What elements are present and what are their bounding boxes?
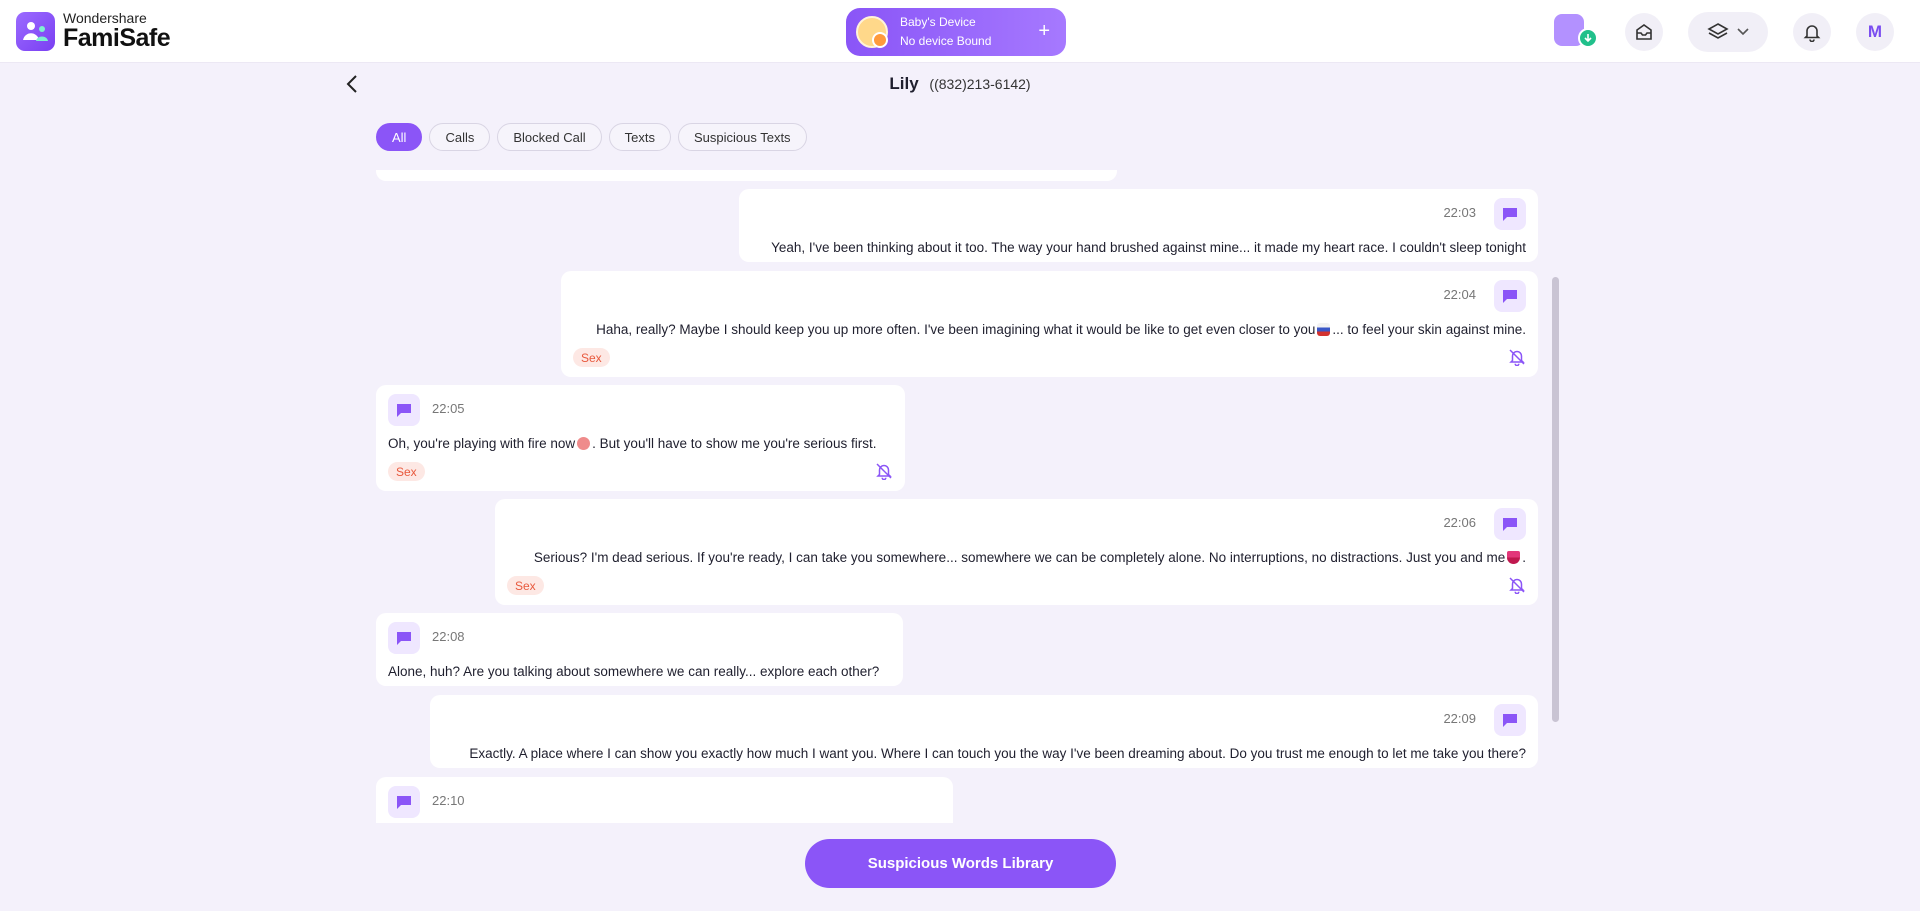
bell-off-icon[interactable] <box>875 462 893 480</box>
device-avatar-icon <box>856 16 888 48</box>
famisafe-logo[interactable]: Wondershare FamiSafe <box>16 10 171 52</box>
suspicious-words-library-button[interactable]: Suspicious Words Library <box>805 839 1116 888</box>
message-bubble-outgoing: 22:09 Exactly. A place where I can show … <box>430 695 1538 768</box>
contact-name: Lily <box>889 74 919 93</box>
filter-tabs: All Calls Blocked Call Texts Suspicious … <box>376 123 807 151</box>
message-icon <box>388 786 420 818</box>
message-list[interactable]: 22:03 Yeah, I've been thinking about it … <box>376 170 1538 823</box>
inbox-button[interactable] <box>1625 13 1663 51</box>
message-icon <box>1494 508 1526 540</box>
risk-tag: Sex <box>507 576 544 595</box>
brand-top-text: Wondershare <box>63 10 147 26</box>
inbox-icon <box>1636 24 1652 40</box>
chevron-down-icon <box>1737 28 1749 36</box>
bell-off-icon[interactable] <box>1508 348 1526 366</box>
message-time: 22:05 <box>432 401 465 416</box>
message-bubble-incoming: 22:05 Oh, you're playing with fire now. … <box>376 385 905 491</box>
message-bubble-outgoing: 22:04 Haha, really? Maybe I should keep … <box>561 271 1538 377</box>
message-list-scrollbar[interactable] <box>1552 277 1559 722</box>
bell-off-icon[interactable] <box>1508 576 1526 594</box>
contact-phone: ((832)213-6142) <box>929 76 1031 92</box>
user-avatar[interactable]: M <box>1856 13 1894 51</box>
tab-suspicious-texts[interactable]: Suspicious Texts <box>677 123 807 151</box>
notifications-button[interactable] <box>1793 13 1831 51</box>
message-text: Yeah, I've been thinking about it too. T… <box>771 240 1526 255</box>
device-selector[interactable]: Baby's Device No device Bound + <box>846 8 1066 56</box>
message-bubble-incoming: 22:10 <box>376 777 953 823</box>
message-bubble-incoming: 22:08 Alone, huh? Are you talking about … <box>376 613 903 686</box>
message-bubble-outgoing: 22:06 Serious? I'm dead serious. If you'… <box>495 499 1538 605</box>
message-text: Serious? I'm dead serious. If you're rea… <box>533 550 1526 565</box>
brand-bottom-text: FamiSafe <box>63 24 171 52</box>
app-download-button[interactable] <box>1554 14 1598 52</box>
tab-all[interactable]: All <box>376 123 423 151</box>
download-icon <box>1578 28 1598 48</box>
bed-emoji-icon <box>1317 323 1331 336</box>
message-time: 22:08 <box>432 629 465 644</box>
message-icon <box>1494 704 1526 736</box>
no-entry-emoji-icon <box>577 437 591 450</box>
layers-icon <box>1707 23 1729 39</box>
plus-icon[interactable]: + <box>1038 20 1050 42</box>
famisafe-logo-icon <box>16 11 55 51</box>
message-bubble-outgoing: 22:03 Yeah, I've been thinking about it … <box>739 189 1538 262</box>
risk-tag: Sex <box>573 348 610 367</box>
risk-tag: Sex <box>388 462 425 481</box>
device-status: No device Bound <box>900 34 992 48</box>
message-time: 22:03 <box>1443 205 1476 220</box>
message-time: 22:10 <box>432 793 465 808</box>
message-icon <box>388 622 420 654</box>
message-text: Alone, huh? Are you talking about somewh… <box>388 664 880 679</box>
device-name: Baby's Device <box>900 15 976 29</box>
heart-emoji-icon <box>1507 551 1521 564</box>
message-time: 22:09 <box>1443 711 1476 726</box>
message-text: Exactly. A place where I can show you ex… <box>469 746 1526 761</box>
message-text: Haha, really? Maybe I should keep you up… <box>596 322 1526 337</box>
message-time: 22:06 <box>1443 515 1476 530</box>
contact-header: Lily ((832)213-6142) <box>0 74 1920 94</box>
bell-icon <box>1803 25 1821 42</box>
layers-menu-button[interactable] <box>1688 12 1768 52</box>
message-icon <box>1494 280 1526 312</box>
list-item <box>376 170 1117 181</box>
message-time: 22:04 <box>1443 287 1476 302</box>
top-header: Wondershare FamiSafe Baby's Device No de… <box>0 0 1920 63</box>
tab-texts[interactable]: Texts <box>608 123 671 151</box>
message-icon <box>1494 198 1526 230</box>
message-icon <box>388 394 420 426</box>
tab-calls[interactable]: Calls <box>429 123 491 151</box>
tab-blocked-call[interactable]: Blocked Call <box>497 123 602 151</box>
message-text: Oh, you're playing with fire now. But yo… <box>388 436 877 451</box>
